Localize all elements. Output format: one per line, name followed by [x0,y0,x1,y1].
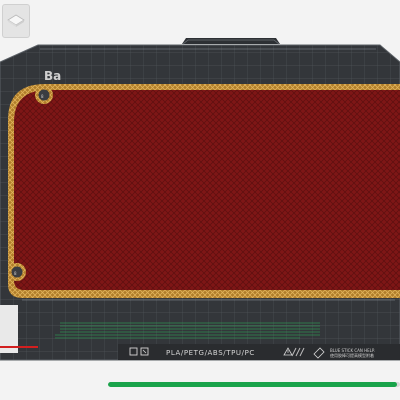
object-thumbnail-icon [7,14,25,27]
axis-marker [0,346,38,348]
plate-handle [182,38,280,44]
3d-viewport[interactable]: Ba 8 8 PLA/PETG/ABS/TPU/PC BLUE STICK CA… [0,0,400,400]
build-plate-scene: Ba 8 8 PLA/PETG/ABS/TPU/PC BLUE STICK CA… [0,38,400,361]
object-thumbnail[interactable] [2,4,30,38]
printed-model[interactable] [14,90,400,290]
model-corner-hole-top: 8 [35,86,53,104]
slicing-progress-fill [108,382,398,387]
plate-corner-label: Ba [44,69,61,83]
glue-hint-subtitle: 使用胶棒可提高模型附着 [330,352,374,358]
slicing-progress-bar [108,382,400,387]
model-corner-hole-bottom: 8 [8,263,26,281]
filament-types-label: PLA/PETG/ABS/TPU/PC [166,349,255,357]
